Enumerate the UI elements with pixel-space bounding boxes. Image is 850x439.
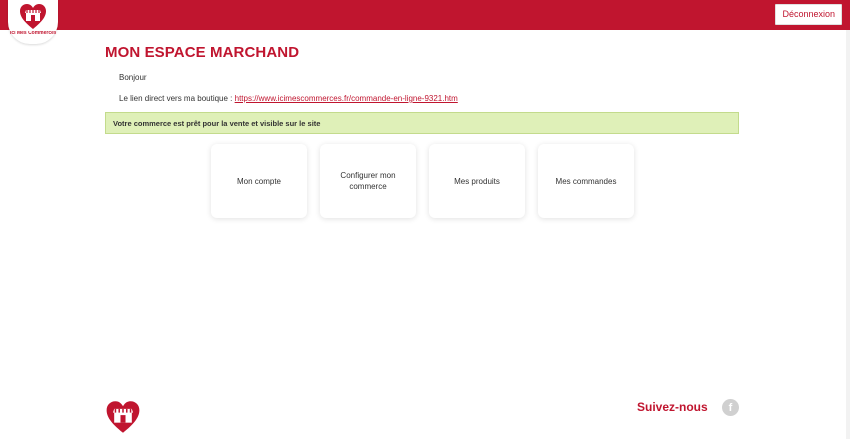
footer-logo[interactable]	[105, 400, 141, 439]
site-logo[interactable]: Ici Mes Commerces	[8, 0, 58, 44]
status-banner: Votre commerce est prêt pour la vente et…	[105, 112, 739, 134]
tile-my-account[interactable]: Mon compte	[211, 144, 307, 218]
tile-configure-shop[interactable]: Configurer mon commerce	[320, 144, 416, 218]
heart-shop-icon	[20, 4, 46, 29]
top-bar	[0, 0, 850, 30]
shop-link-label: Le lien direct vers ma boutique :	[119, 94, 235, 103]
greeting-text: Bonjour	[119, 73, 147, 82]
shop-link-line: Le lien direct vers ma boutique : https:…	[119, 94, 458, 103]
page-title: MON ESPACE MARCHAND	[105, 44, 300, 61]
scrollbar[interactable]	[846, 30, 850, 439]
heart-shop-icon	[106, 401, 140, 433]
logo-text: Ici Mes Commerces	[10, 31, 56, 36]
logout-button[interactable]: Déconnexion	[775, 4, 842, 25]
main-content: MON ESPACE MARCHAND Bonjour Le lien dire…	[105, 44, 745, 134]
tile-my-products[interactable]: Mes produits	[429, 144, 525, 218]
facebook-icon[interactable]: f	[722, 399, 739, 416]
tile-my-orders[interactable]: Mes commandes	[538, 144, 634, 218]
shop-link[interactable]: https://www.icimescommerces.fr/commande-…	[235, 94, 458, 103]
follow-us-label: Suivez-nous	[637, 400, 708, 414]
